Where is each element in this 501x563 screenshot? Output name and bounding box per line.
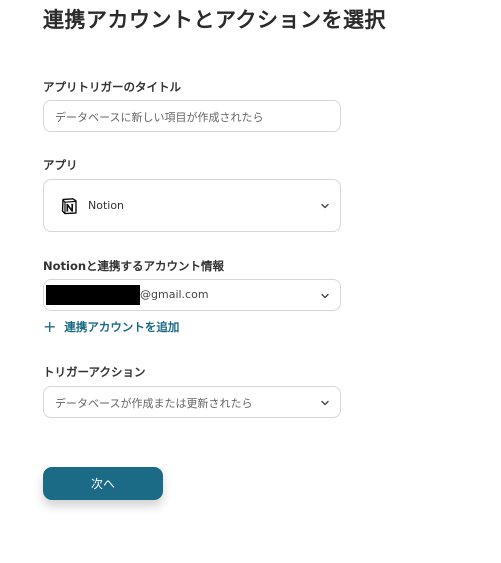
trigger-title-value: データベースに新しい項目が作成されたら [55,111,264,124]
app-label: アプリ [43,158,78,172]
trigger-action-select[interactable]: データベースが作成または更新されたら [43,386,341,418]
add-account-label: 連携アカウントを追加 [64,320,180,334]
account-label: Notionと連携するアカウント情報 [43,259,225,273]
account-email-suffix: @gmail.com [140,288,209,301]
chevron-down-icon [321,293,329,299]
trigger-action-value: データベースが作成または更新されたら [55,397,253,410]
trigger-action-label: トリガーアクション [43,365,146,379]
app-select[interactable]: Notion [43,179,341,232]
add-account-link[interactable]: + 連携アカウントを追加 [43,319,179,335]
account-select[interactable]: @gmail.com [43,279,341,311]
redacted-email-block [46,285,140,305]
notion-logo-icon [61,198,77,215]
trigger-title-input[interactable]: データベースに新しい項目が作成されたら [43,100,341,132]
chevron-down-icon [321,203,329,209]
next-button[interactable]: 次へ [43,467,163,500]
page-title: 連携アカウントとアクションを選択 [43,8,386,32]
chevron-down-icon [321,400,329,406]
app-selected-value: Notion [88,199,125,212]
trigger-title-label: アプリトリガーのタイトル [43,80,181,94]
plus-icon: + [43,317,57,336]
